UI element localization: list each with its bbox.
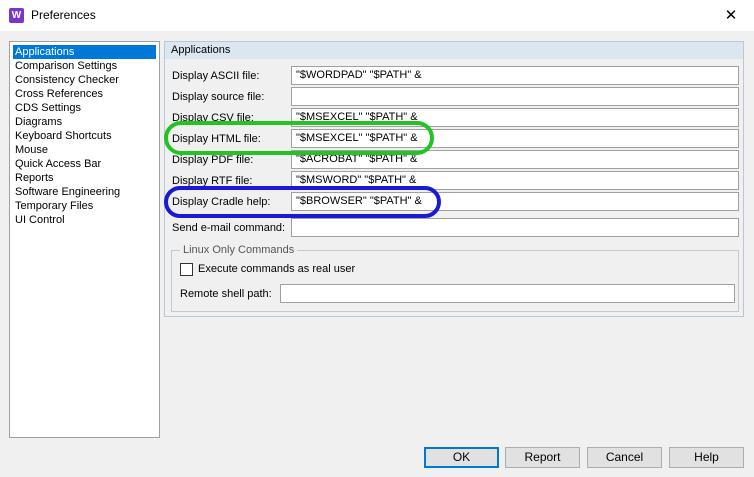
display-source-label: Display source file: xyxy=(172,91,265,103)
panel-header: Applications xyxy=(165,42,743,59)
remote-shell-path-label: Remote shell path: xyxy=(180,288,272,300)
display-ascii-label: Display ASCII file: xyxy=(172,70,260,82)
sidebar-item-applications[interactable]: Applications xyxy=(13,45,156,59)
close-icon[interactable]: ✕ xyxy=(708,0,754,31)
sidebar-item-cds-settings[interactable]: CDS Settings xyxy=(13,101,156,115)
sidebar-item-temporary-files[interactable]: Temporary Files xyxy=(13,199,156,213)
display-pdf-input[interactable]: "$ACROBAT" "$PATH" & xyxy=(291,150,739,169)
app-logo-icon: W xyxy=(9,8,24,23)
display-html-input[interactable]: "$MSEXCEL" "$PATH" & xyxy=(291,129,739,148)
window-title: Preferences xyxy=(31,8,96,22)
display-csv-label: Display CSV file: xyxy=(172,112,254,124)
title-bar: W Preferences ✕ xyxy=(0,0,754,31)
sidebar-item-mouse[interactable]: Mouse xyxy=(13,143,156,157)
sidebar-item-software-engineering[interactable]: Software Engineering xyxy=(13,185,156,199)
display-cradle-help-label: Display Cradle help: xyxy=(172,196,271,208)
cancel-button[interactable]: Cancel xyxy=(587,447,662,468)
sidebar-item-diagrams[interactable]: Diagrams xyxy=(13,115,156,129)
execute-as-real-user-checkbox[interactable] xyxy=(180,263,193,276)
help-button[interactable]: Help xyxy=(669,447,744,468)
display-rtf-input[interactable]: "$MSWORD" "$PATH" & xyxy=(291,171,739,190)
sidebar-item-reports[interactable]: Reports xyxy=(13,171,156,185)
linux-group-title: Linux Only Commands xyxy=(180,244,298,256)
remote-shell-path-input[interactable] xyxy=(280,284,735,303)
preferences-category-list[interactable]: Applications Comparison Settings Consist… xyxy=(9,41,160,438)
display-csv-input[interactable]: "$MSEXCEL" "$PATH" & xyxy=(291,108,739,127)
sidebar-item-comparison-settings[interactable]: Comparison Settings xyxy=(13,59,156,73)
sidebar-item-keyboard-shortcuts[interactable]: Keyboard Shortcuts xyxy=(13,129,156,143)
display-pdf-label: Display PDF file: xyxy=(172,154,254,166)
display-html-label: Display HTML file: xyxy=(172,133,261,145)
display-source-input[interactable] xyxy=(291,87,739,106)
send-email-input[interactable] xyxy=(291,218,739,237)
sidebar-item-consistency-checker[interactable]: Consistency Checker xyxy=(13,73,156,87)
sidebar-item-quick-access-bar[interactable]: Quick Access Bar xyxy=(13,157,156,171)
sidebar-item-cross-references[interactable]: Cross References xyxy=(13,87,156,101)
applications-panel: Applications Display ASCII file: "$WORDP… xyxy=(164,41,744,317)
display-cradle-help-input[interactable]: "$BROWSER" "$PATH" & xyxy=(291,192,739,211)
sidebar-item-ui-control[interactable]: UI Control xyxy=(13,213,156,227)
display-rtf-label: Display RTF file: xyxy=(172,175,253,187)
report-button[interactable]: Report xyxy=(505,447,580,468)
display-ascii-input[interactable]: "$WORDPAD" "$PATH" & xyxy=(291,66,739,85)
ok-button[interactable]: OK xyxy=(424,447,499,468)
send-email-label: Send e-mail command: xyxy=(172,222,286,234)
linux-only-commands-group: Linux Only Commands Execute commands as … xyxy=(171,244,739,312)
execute-as-real-user-label[interactable]: Execute commands as real user xyxy=(198,263,355,275)
